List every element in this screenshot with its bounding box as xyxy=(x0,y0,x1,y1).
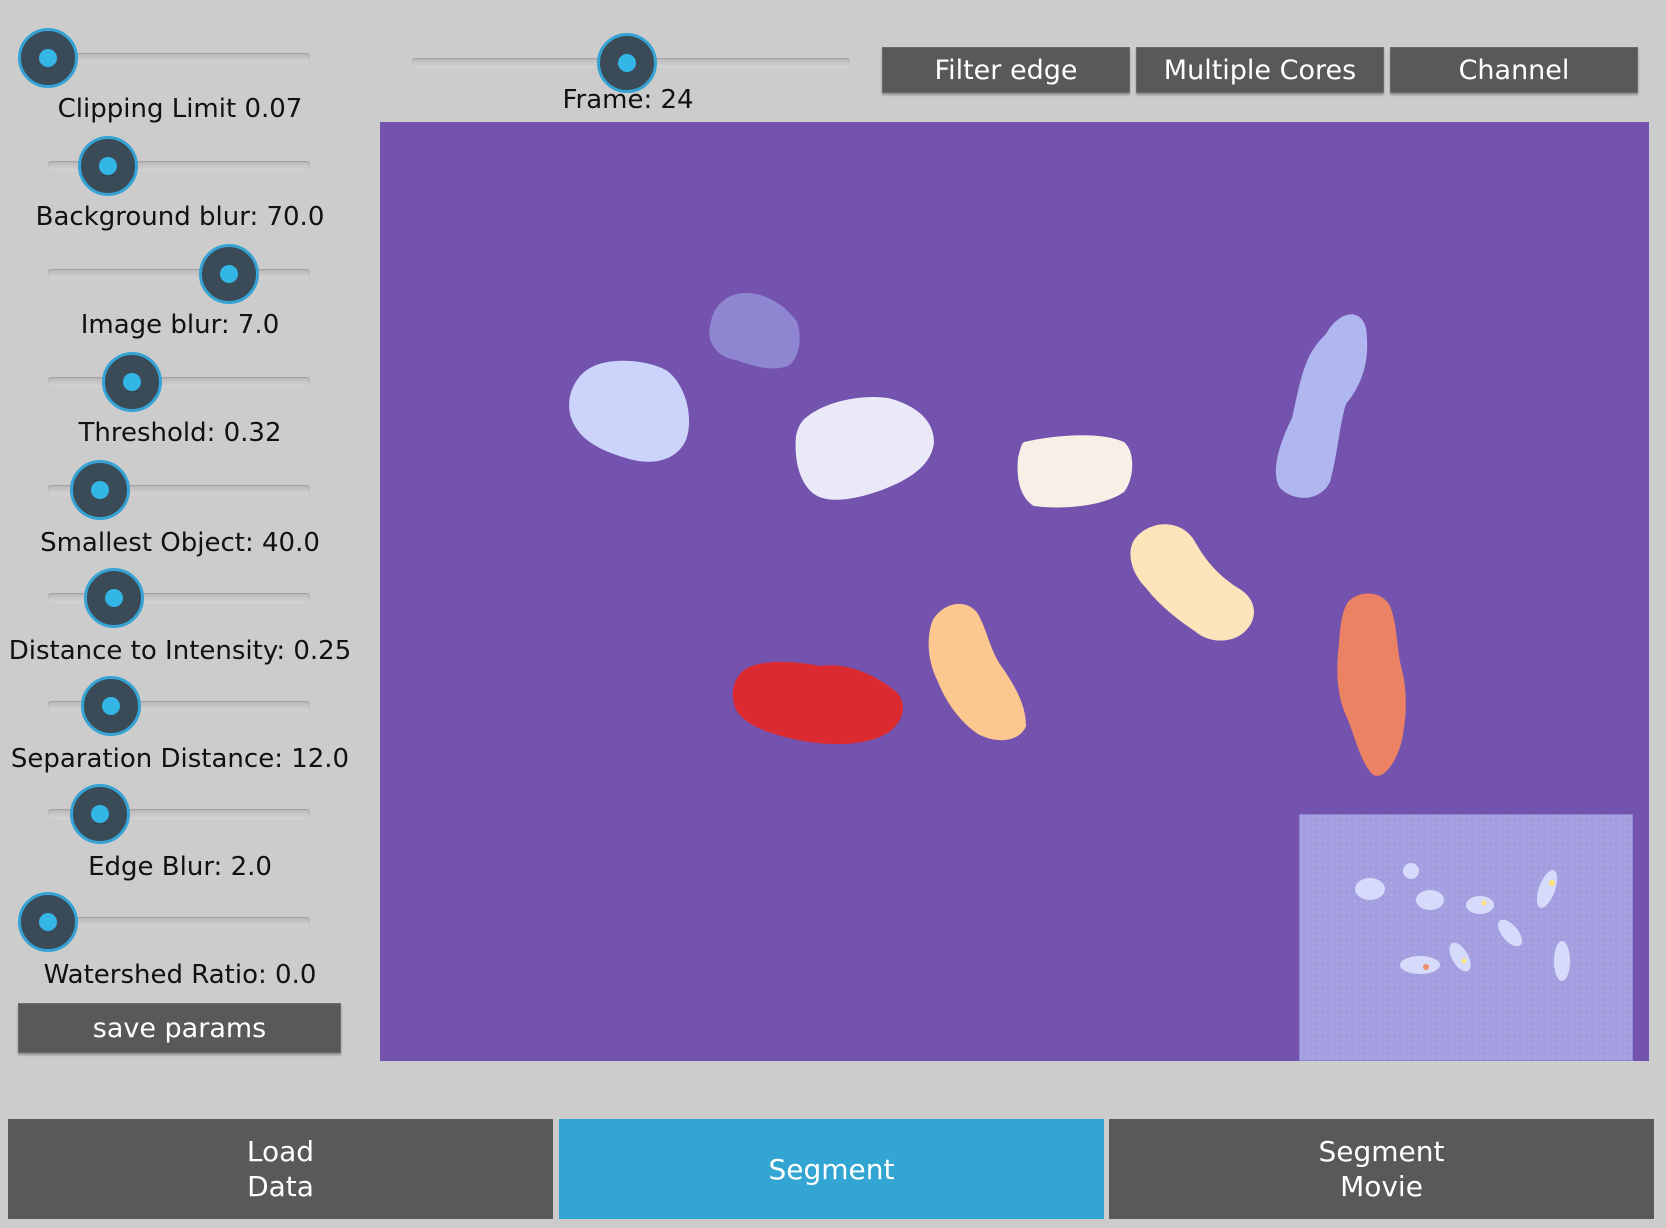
thumbnail-cell xyxy=(1400,956,1440,974)
multiple-cores-button[interactable]: Multiple Cores xyxy=(1136,47,1384,93)
clipping-limit-label: Clipping Limit 0.07 xyxy=(57,94,303,124)
thumbnail-cell xyxy=(1554,941,1570,981)
separation-distance-slider[interactable] xyxy=(48,676,310,736)
thumbnail-cell xyxy=(1466,896,1494,914)
thumbnail-cell xyxy=(1536,870,1558,908)
tab-segment[interactable]: Segment xyxy=(559,1119,1104,1219)
thumbnail-cell xyxy=(1355,878,1385,900)
thumbnail-cell xyxy=(1498,919,1522,947)
thumbnail-spot xyxy=(1549,880,1555,886)
segmentation-image-viewer[interactable] xyxy=(380,122,1649,1061)
edge-blur-label: Edge Blur: 2.0 xyxy=(88,852,272,882)
slider-knob[interactable] xyxy=(80,676,141,736)
save-params-button[interactable]: save params xyxy=(18,1003,341,1053)
background-blur-label: Background blur: 70.0 xyxy=(35,202,325,232)
distance-to-intensity-label: Distance to Intensity: 0.25 xyxy=(8,636,352,666)
slider-knob[interactable] xyxy=(18,892,78,952)
segmented-cell[interactable] xyxy=(1337,593,1406,776)
slider-knob[interactable] xyxy=(70,784,131,844)
slider-knob[interactable] xyxy=(101,352,162,412)
tab-label-line: Movie xyxy=(1340,1170,1423,1203)
slider-knob[interactable] xyxy=(83,568,144,628)
thumbnail-cells xyxy=(1355,863,1570,981)
tab-label-line: Segment xyxy=(1318,1135,1445,1168)
background-blur-slider[interactable] xyxy=(48,136,310,196)
segmented-cell[interactable] xyxy=(795,396,934,500)
slider-knob[interactable] xyxy=(78,136,139,196)
thumbnail-spot xyxy=(1481,900,1487,906)
tab-segment-movie[interactable]: Segment Movie xyxy=(1109,1119,1654,1219)
tab-load-data[interactable]: Load Data xyxy=(8,1119,553,1219)
slider-knob[interactable] xyxy=(18,28,78,88)
segmented-cell[interactable] xyxy=(928,603,1026,741)
thumbnail-cell xyxy=(1403,863,1419,879)
channel-button[interactable]: Channel xyxy=(1390,47,1638,93)
watershed-ratio-label: Watershed Ratio: 0.0 xyxy=(43,960,317,990)
thumbnail-spot xyxy=(1423,964,1429,970)
segmented-cell[interactable] xyxy=(569,360,690,462)
image-blur-label: Image blur: 7.0 xyxy=(80,310,280,340)
frame-slider[interactable] xyxy=(412,33,850,93)
threshold-slider[interactable] xyxy=(48,352,310,412)
thumbnail-cell xyxy=(1449,942,1471,972)
smallest-object-slider[interactable] xyxy=(48,460,310,520)
slider-knob[interactable] xyxy=(70,460,131,520)
image-blur-slider[interactable] xyxy=(48,244,310,304)
thumbnail-spot xyxy=(1461,958,1467,964)
clipping-limit-slider[interactable] xyxy=(18,28,310,88)
distance-to-intensity-slider[interactable] xyxy=(48,568,310,628)
watershed-ratio-slider[interactable] xyxy=(18,892,310,952)
slider-track xyxy=(48,917,310,927)
segmentation-app: Clipping Limit 0.07 Background blur: 70.… xyxy=(0,0,1666,1228)
threshold-label: Threshold: 0.32 xyxy=(78,418,282,448)
filter-edge-button[interactable]: Filter edge xyxy=(882,47,1130,93)
slider-track xyxy=(48,377,310,387)
slider-track xyxy=(48,269,310,279)
tab-label-line: Segment xyxy=(768,1152,895,1186)
tab-label-line: Load xyxy=(246,1135,315,1168)
slider-knob[interactable] xyxy=(198,244,259,304)
segmented-cell[interactable] xyxy=(1275,314,1368,498)
tab-label-line: Data xyxy=(247,1170,314,1203)
segmented-cell[interactable] xyxy=(1130,524,1254,641)
frame-label: Frame: 24 xyxy=(562,85,694,115)
segmented-cell[interactable] xyxy=(732,661,904,745)
slider-knob[interactable] xyxy=(596,33,657,93)
slider-track xyxy=(48,53,310,63)
thumbnail-cell xyxy=(1416,890,1444,910)
segmented-cell[interactable] xyxy=(709,292,800,369)
raw-image-thumbnail xyxy=(1299,814,1633,1061)
separation-distance-label: Separation Distance: 12.0 xyxy=(10,744,350,774)
segmented-cell[interactable] xyxy=(1017,435,1133,508)
edge-blur-slider[interactable] xyxy=(48,784,310,844)
smallest-object-label: Smallest Object: 40.0 xyxy=(40,528,320,558)
